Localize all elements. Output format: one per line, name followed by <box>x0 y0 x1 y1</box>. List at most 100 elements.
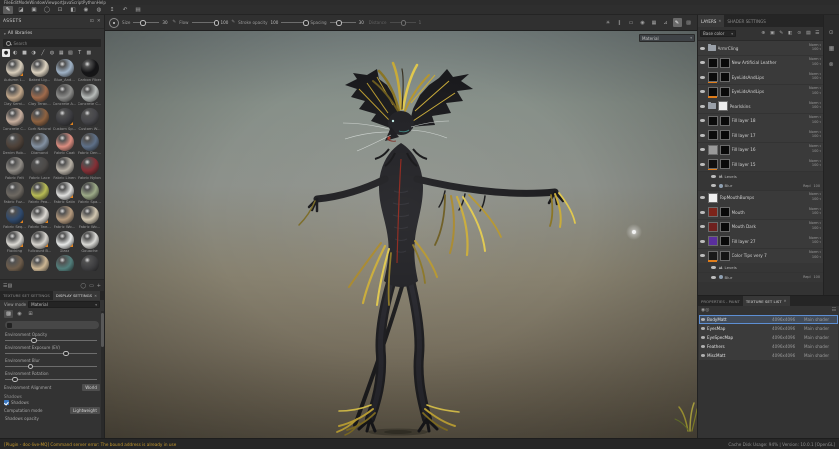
asset-filter-icon[interactable]: ◐ <box>11 49 19 57</box>
asset-item[interactable]: Fabric Linen <box>52 157 77 180</box>
tool-icon[interactable]: ◉ <box>81 6 91 14</box>
opacity-dropdown[interactable]: 100 <box>812 164 821 168</box>
texture-set-row[interactable]: EyeSpecMap 4096x4096 Main shader <box>699 333 838 342</box>
size-value[interactable]: 30 <box>162 20 169 25</box>
asset-item[interactable]: Custom W... <box>77 108 102 131</box>
asset-item[interactable]: Fabric Seq... <box>2 206 27 229</box>
search-input[interactable]: Search <box>3 39 101 47</box>
texture-set-row[interactable]: MiscMatt 4096x4096 Main shader <box>699 351 838 360</box>
asset-item[interactable]: Baked Lig... <box>27 59 52 82</box>
display-mode-icon[interactable]: ◉ <box>15 310 24 318</box>
texture-set-row[interactable]: Feathers 4096x4096 Main shader <box>699 342 838 351</box>
layer-action-icon[interactable]: ✎ <box>778 30 786 38</box>
computation-mode-button[interactable]: Lightweight <box>70 407 100 414</box>
tab-texture-set-settings[interactable]: TEXTURE SET SETTINGS <box>0 291 53 300</box>
layer-row[interactable]: Mouth Dark Norm100 <box>698 220 823 234</box>
close-icon[interactable]: ✕ <box>94 294 97 298</box>
asset-item[interactable]: Fabric Wo... <box>52 206 77 229</box>
asset-item[interactable] <box>52 255 77 271</box>
flow-value[interactable]: 100 <box>221 20 229 25</box>
asset-item[interactable]: Fabric Wo... <box>77 206 102 229</box>
env-slider[interactable] <box>5 350 97 356</box>
tool-icon[interactable]: ◍ <box>94 6 104 14</box>
dock-icon[interactable]: ⊡ <box>90 19 94 24</box>
tool-icon[interactable]: ▣ <box>29 6 39 14</box>
layer-row[interactable]: Color Tips very 7 Norm100 <box>698 249 823 263</box>
layer-action-icon[interactable]: ▤ <box>805 30 813 38</box>
all-libraries-dropdown[interactable]: ▾ All libraries <box>0 29 104 38</box>
asset-item[interactable] <box>27 255 52 271</box>
opacity-dropdown[interactable]: 100 <box>814 275 820 279</box>
opacity-dropdown[interactable]: 100 <box>812 241 821 245</box>
tool-icon[interactable]: ⊡ <box>55 6 65 14</box>
spacing-value[interactable]: 30 <box>359 20 366 25</box>
visibility-eye-icon[interactable] <box>700 211 705 214</box>
tool-icon[interactable]: ✎ <box>3 6 13 14</box>
visibility-eye-icon[interactable] <box>701 327 705 330</box>
tab-properties-paint[interactable]: PROPERTIES - PAINT <box>698 296 743 306</box>
asset-item[interactable]: Fabric Felt <box>2 157 27 180</box>
env-slider[interactable] <box>5 363 97 369</box>
flow-slider[interactable] <box>192 19 218 27</box>
pen-pressure-icon[interactable]: ✎ <box>231 20 235 25</box>
blend-mode-dropdown[interactable]: Repl <box>803 184 810 188</box>
asset-filter-icon[interactable]: ▩ <box>85 49 93 57</box>
tool-icon[interactable]: ◪ <box>16 6 26 14</box>
asset-item[interactable]: Flocking <box>2 231 27 254</box>
blend-mode-dropdown[interactable]: Repl <box>803 275 810 279</box>
opacity-dropdown[interactable]: 100 <box>812 135 821 139</box>
tool-icon[interactable]: ◯ <box>42 6 52 14</box>
size-slider[interactable] <box>133 19 159 27</box>
asset-item[interactable]: Custom Sp... <box>52 108 77 131</box>
asset-item[interactable]: Concrete C... <box>2 108 27 131</box>
asset-filter-icon[interactable]: ◑ <box>30 49 38 57</box>
visibility-eye-icon[interactable] <box>700 196 705 199</box>
asset-filter-icon[interactable]: T <box>76 49 84 57</box>
visibility-eye-icon[interactable] <box>700 163 705 166</box>
visibility-eye-icon[interactable] <box>700 119 705 122</box>
layer-action-icon[interactable]: ⊙ <box>796 30 804 38</box>
visibility-eye-icon[interactable] <box>711 276 716 279</box>
visibility-eye-icon[interactable] <box>701 354 705 357</box>
viewport-toolbar-icon[interactable]: ▨ <box>684 18 693 27</box>
channel-dropdown[interactable]: Base color <box>700 30 736 37</box>
viewport-toolbar-icon[interactable]: ▦ <box>650 18 659 27</box>
opacity-dropdown[interactable]: 100 <box>812 150 821 154</box>
layer-row[interactable]: Fill layer 15 Norm100 <box>698 157 823 171</box>
asset-item[interactable]: Concrete C... <box>77 84 102 107</box>
layer-row[interactable]: Pearlskins Norm100 <box>698 99 823 113</box>
visibility-eye-icon[interactable] <box>701 336 705 339</box>
tab-layers[interactable]: LAYERS✕ <box>698 15 724 27</box>
layer-action-icon[interactable]: ◧ <box>787 30 795 38</box>
layer-row[interactable]: TopMouthBumps Norm100 <box>698 191 823 205</box>
asset-item[interactable]: Clay Terac... <box>27 84 52 107</box>
texture-set-toolbar-icon[interactable]: ◎ <box>705 308 709 313</box>
asset-item[interactable]: Fabric Lace <box>27 157 52 180</box>
layer-row[interactable]: Fill layer 18 Norm100 <box>698 114 823 128</box>
asset-item[interactable]: Clay Semi... <box>2 84 27 107</box>
opacity-dropdown[interactable]: 100 <box>812 121 821 125</box>
opacity-dropdown[interactable]: 100 <box>812 256 821 260</box>
tool-icon[interactable]: ↥ <box>107 6 117 14</box>
asset-item[interactable]: Fabric Satin <box>52 182 77 205</box>
spacing-slider[interactable] <box>330 19 356 27</box>
stroke-opacity-slider[interactable] <box>281 19 307 27</box>
visibility-eye-icon[interactable] <box>700 90 705 93</box>
opacity-dropdown[interactable]: 100 <box>812 198 821 202</box>
tab-display-settings[interactable]: DISPLAY SETTINGS✕ <box>53 291 100 300</box>
opacity-dropdown[interactable]: 100 <box>812 48 821 52</box>
assets-footer-icon[interactable]: ▨ <box>7 283 12 289</box>
layer-row[interactable]: Fill layer 17 Norm100 <box>698 128 823 142</box>
tool-icon[interactable]: ↶ <box>120 6 130 14</box>
visibility-eye-icon[interactable] <box>700 105 705 108</box>
asset-item[interactable]: Fabric Den... <box>77 133 102 156</box>
opacity-dropdown[interactable]: 100 <box>812 63 821 67</box>
visibility-eye-icon[interactable] <box>700 47 705 50</box>
viewport-toolbar-icon[interactable]: ◉ <box>638 18 647 27</box>
visibility-eye-icon[interactable] <box>700 61 705 64</box>
asset-item[interactable]: Diamond <box>27 133 52 156</box>
environment-map-selector[interactable] <box>5 321 99 329</box>
viewport-3d[interactable]: Material <box>105 31 697 438</box>
environment-alignment-dropdown[interactable]: World <box>82 384 100 391</box>
visibility-eye-icon[interactable] <box>700 134 705 137</box>
